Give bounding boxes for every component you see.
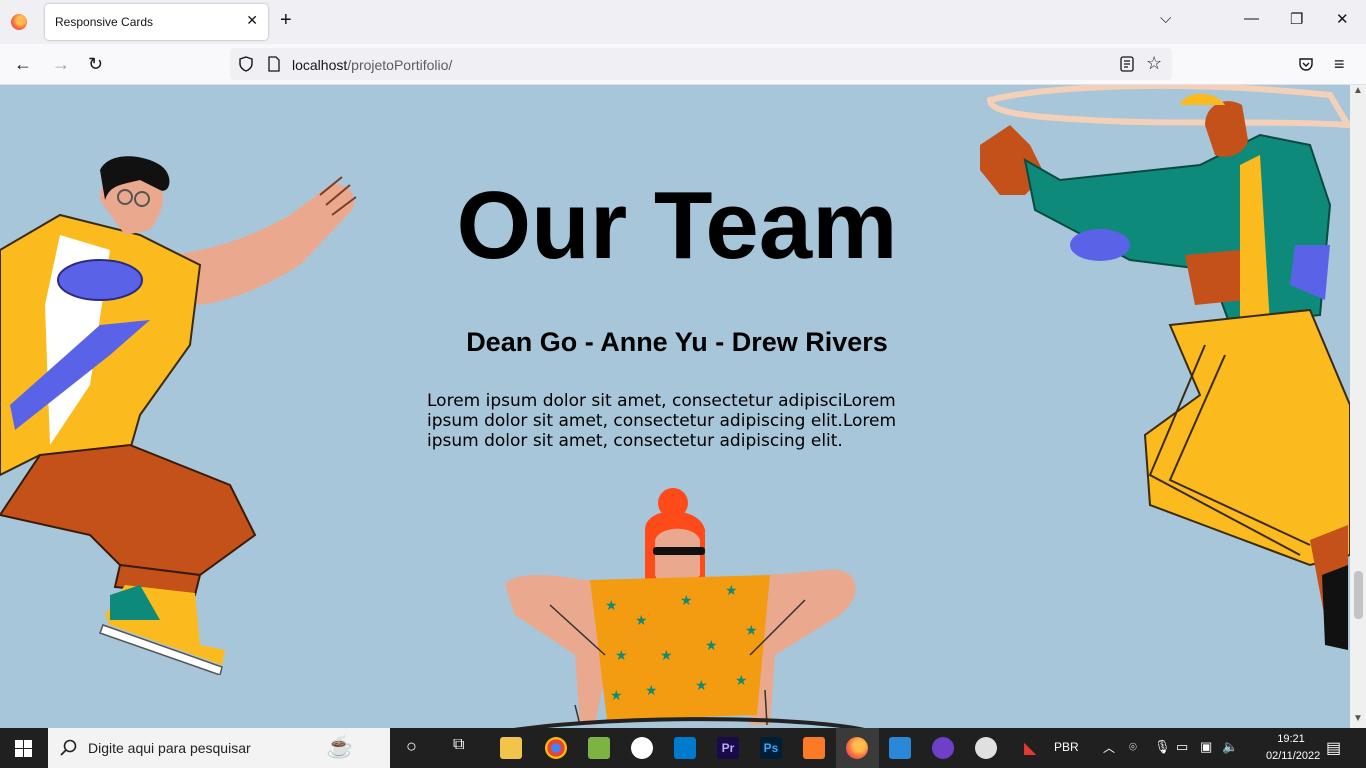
task-view-icon[interactable]: ⧉: [453, 736, 464, 754]
notifications-icon[interactable]: ▤: [1326, 738, 1341, 758]
scrollbar-thumb[interactable]: [1354, 571, 1363, 619]
minimize-icon[interactable]: —: [1244, 10, 1259, 27]
svg-text:★: ★: [605, 598, 618, 614]
page-icon: [268, 56, 280, 72]
search-placeholder: Digite aqui para pesquisar: [88, 740, 251, 756]
pocket-icon[interactable]: [1298, 56, 1314, 72]
tea-leaf-icon: ☕: [326, 734, 354, 759]
svg-text:★: ★: [745, 623, 758, 639]
xampp-icon[interactable]: [803, 737, 825, 759]
reload-icon[interactable]: ↻: [88, 54, 103, 75]
firefox-taskbar-icon: [846, 737, 868, 759]
file-explorer-icon[interactable]: [500, 737, 522, 759]
scroll-up-icon[interactable]: ▲: [1353, 85, 1363, 96]
restore-icon[interactable]: ❐: [1290, 10, 1303, 28]
scroll-down-icon[interactable]: ▼: [1353, 713, 1363, 724]
battery-icon[interactable]: ▭: [1176, 739, 1188, 755]
reader-view-icon[interactable]: [1120, 56, 1134, 72]
team-names: Dean Go - Anne Yu - Drew Rivers: [466, 327, 888, 357]
close-tab-icon[interactable]: ✕: [246, 12, 258, 29]
description-paragraph: Lorem ipsum dolor sit amet, consectetur …: [427, 391, 897, 451]
url-bar[interactable]: localhost/projetoPortifolio/ ☆: [230, 48, 1172, 80]
back-icon[interactable]: ←: [14, 54, 32, 75]
vscode-icon[interactable]: [674, 737, 696, 759]
tab-bar: Responsive Cards ✕ + ⌵ — ❐ ✕: [0, 0, 1366, 44]
page-title: Our Team: [456, 172, 898, 279]
system-clock[interactable]: 19:21 02/11/2022: [1266, 731, 1321, 765]
tab-responsive-cards[interactable]: Responsive Cards ✕: [45, 4, 268, 40]
volume-icon[interactable]: 🔈: [1222, 739, 1238, 755]
navigation-bar: ← → ↻ localhost/projetoPortifolio/ ☆ ≡: [0, 44, 1366, 85]
svg-text:★: ★: [680, 593, 693, 609]
url-text[interactable]: localhost/projetoPortifolio/: [292, 57, 452, 73]
language-indicator[interactable]: PBR: [1054, 740, 1079, 754]
clock-time: 19:21: [1277, 733, 1305, 745]
camera-icon[interactable]: ⌾: [1129, 739, 1137, 755]
github-desktop-icon[interactable]: [932, 737, 954, 759]
page-content: ★ ★ ★ ★ ★ ★ ★ ★ ★ ★ ★ ★ Our Team Dean Go - Anne …: [0, 85, 1350, 728]
svg-text:★: ★: [635, 613, 648, 629]
paint-icon[interactable]: [975, 737, 997, 759]
premiere-icon[interactable]: Pr: [717, 737, 739, 759]
photos-icon[interactable]: [889, 737, 911, 759]
firefox-icon[interactable]: [11, 14, 27, 30]
forward-icon[interactable]: →: [52, 54, 70, 75]
chrome-icon[interactable]: [545, 737, 567, 759]
center-dancer-illustration: ★ ★ ★ ★ ★ ★ ★ ★ ★ ★ ★ ★: [505, 488, 865, 728]
menu-icon[interactable]: ≡: [1334, 54, 1345, 75]
microphone-icon[interactable]: 🎙: [1154, 739, 1171, 755]
svg-text:★: ★: [725, 583, 738, 599]
bookmark-star-icon[interactable]: ☆: [1146, 53, 1162, 74]
notepad-plus-icon[interactable]: [588, 737, 610, 759]
svg-text:★: ★: [645, 683, 658, 699]
svg-text:★: ★: [705, 638, 718, 654]
svg-text:★: ★: [615, 648, 628, 664]
tab-title: Responsive Cards: [55, 15, 154, 29]
taskbar-search-box[interactable]: Digite aqui para pesquisar ☕: [48, 728, 390, 768]
shield-icon[interactable]: [238, 56, 254, 72]
cortana-icon[interactable]: ○: [406, 736, 417, 757]
taskbar: Digite aqui para pesquisar ☕ ○ ⧉ Pr Ps ◣…: [0, 728, 1366, 768]
svg-text:★: ★: [695, 678, 708, 694]
new-tab-button[interactable]: +: [280, 9, 292, 32]
clock-date: 02/11/2022: [1266, 750, 1321, 762]
red-app-icon[interactable]: ◣: [1024, 738, 1036, 758]
firefox-taskbar-button[interactable]: [836, 728, 879, 768]
list-all-tabs-icon[interactable]: ⌵: [1160, 10, 1171, 27]
chevron-up-icon[interactable]: ︿: [1103, 739, 1115, 756]
network-icon[interactable]: ▣: [1200, 739, 1212, 755]
svg-text:★: ★: [660, 648, 673, 664]
vertical-scrollbar[interactable]: ▲ ▼: [1350, 85, 1366, 728]
windows-start-icon[interactable]: [15, 740, 32, 757]
svg-text:★: ★: [735, 673, 748, 689]
svg-text:★: ★: [610, 688, 623, 704]
close-window-icon[interactable]: ✕: [1336, 10, 1349, 28]
photoshop-icon[interactable]: Ps: [760, 737, 782, 759]
app-w-icon[interactable]: [631, 737, 653, 759]
search-icon: [60, 739, 77, 756]
